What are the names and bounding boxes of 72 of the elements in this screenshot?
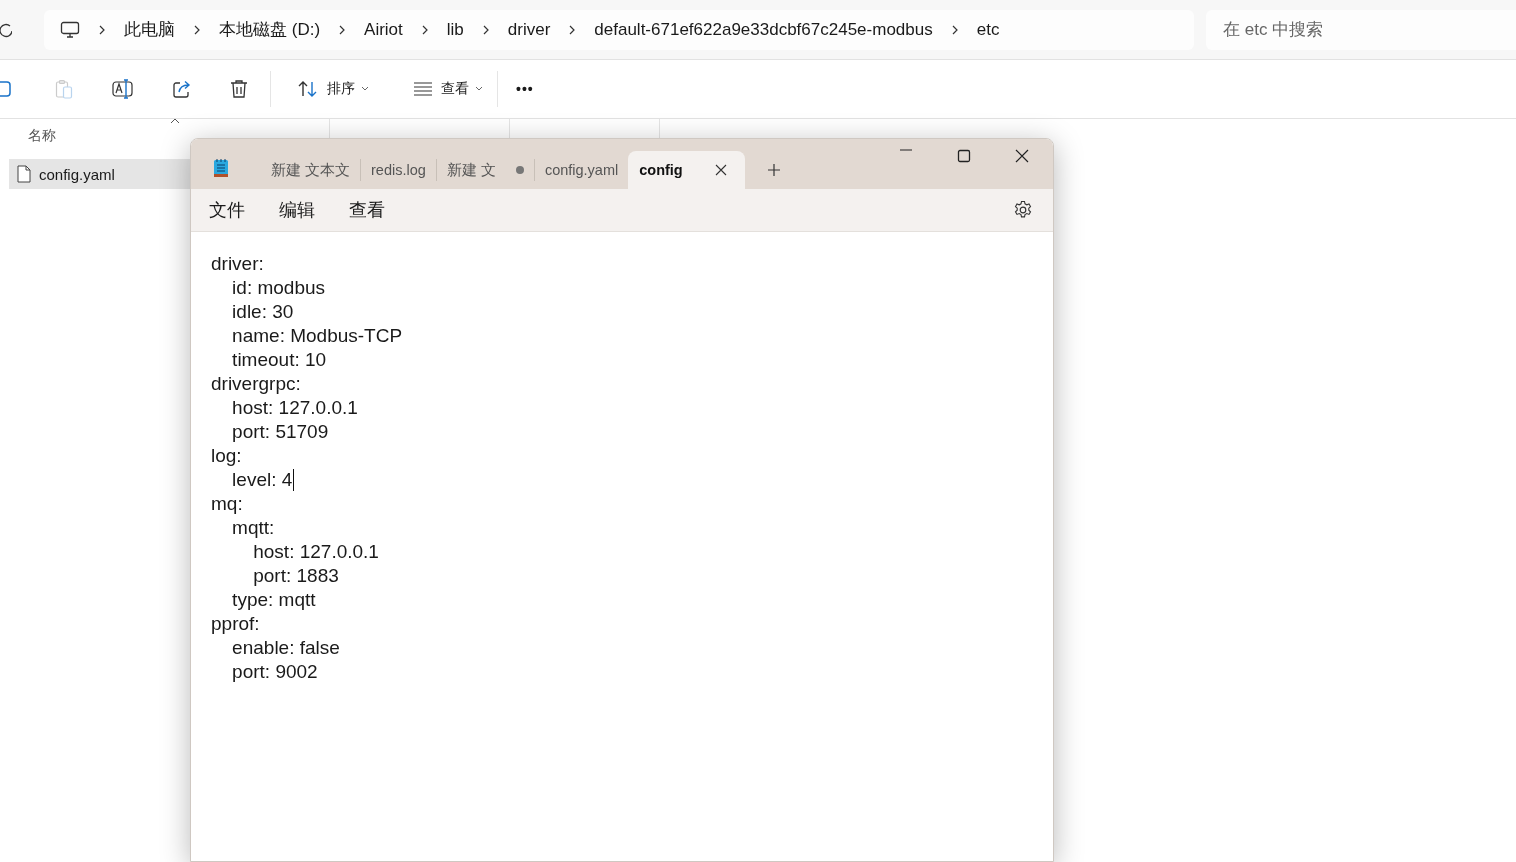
notepad-icon: [213, 158, 229, 178]
address-bar[interactable]: 此电脑 本地磁盘 (D:) Airiot lib driver default-671ef622a9e33dcbf67c245e-modbus etc: [44, 9, 1194, 50]
code-line: id: modbus: [231, 276, 326, 300]
computer-icon[interactable]: [60, 20, 80, 39]
code-line: port: 51709: [231, 420, 329, 444]
tab[interactable]: redis.log: [361, 151, 436, 189]
breadcrumb-item[interactable]: 此电脑: [124, 18, 175, 41]
toolbar-menu-button[interactable]: 查看: [407, 80, 489, 98]
toolbar-menu-button[interactable]: 排序: [291, 80, 375, 98]
code-line: port: 1883: [252, 564, 339, 588]
breadcrumb-item[interactable]: driver: [507, 19, 551, 40]
code-line: log:: [211, 444, 242, 468]
code-line: drivergrpc:: [211, 372, 301, 396]
menu-item[interactable]: 文件: [209, 198, 245, 222]
copy-icon[interactable]: [0, 80, 14, 98]
menu-item[interactable]: 编辑: [279, 198, 315, 222]
code-line: level: 4: [231, 468, 293, 492]
code-line: pprof:: [211, 612, 260, 636]
text-editor[interactable]: driver: id: modbus idle: 30 name: Modbus-TCP timeout: 10 drivergrpc: host: 127.0.0.1 port: 51709 log: level: 4 mq: mqtt: host: 127.0.0.1 port: 1883 type: mqtt pprof: enable: false port: 9002: [191, 232, 1053, 861]
tab-label: config.yaml: [544, 162, 619, 178]
code-line: host: 127.0.0.1: [252, 540, 379, 564]
code-line: mq:: [211, 492, 243, 516]
delete-icon[interactable]: [230, 79, 248, 99]
code-line: host: 127.0.0.1: [231, 396, 358, 420]
breadcrumb-item[interactable]: Airiot: [364, 19, 403, 40]
new-tab-button[interactable]: [766, 163, 781, 177]
chevron-icon[interactable]: [950, 23, 959, 36]
refresh-icon[interactable]: [0, 21, 12, 38]
tab-label: 新建 文本文: [271, 160, 351, 180]
chevron-icon[interactable]: [568, 23, 577, 36]
tab[interactable]: 新建 文: [436, 151, 534, 189]
code-line: idle: 30: [231, 300, 294, 324]
share-icon[interactable]: [172, 79, 192, 99]
settings-icon[interactable]: [1013, 200, 1033, 220]
file-icon: [17, 165, 31, 183]
tab[interactable]: 新建 文本文: [261, 151, 361, 189]
more-button[interactable]: •••: [516, 81, 534, 97]
code-line: port: 9002: [231, 660, 318, 684]
chevron-down-icon: [475, 86, 483, 92]
chevron-icon[interactable]: [338, 23, 347, 36]
close-tab-icon[interactable]: [714, 164, 727, 176]
sort-up-icon: [170, 118, 180, 124]
file-row[interactable]: config.yaml: [9, 159, 190, 189]
code-line: enable: false: [231, 636, 340, 660]
minimize-icon[interactable]: [899, 149, 913, 151]
tab-label: config: [639, 162, 683, 178]
breadcrumb-item[interactable]: default-671ef622a9e33dcbf67c245e-modbus: [594, 19, 933, 40]
breadcrumb-item[interactable]: 本地磁盘 (D:): [219, 18, 321, 41]
file-name: config.yaml: [39, 165, 115, 183]
tab-label: 新建 文: [446, 160, 496, 180]
chevron-icon[interactable]: [481, 23, 490, 36]
menu-item[interactable]: 查看: [349, 198, 385, 222]
close-icon[interactable]: [1015, 149, 1029, 163]
breadcrumb-item[interactable]: etc: [976, 19, 1000, 40]
rename-icon[interactable]: [112, 79, 134, 99]
maximize-icon[interactable]: [957, 149, 971, 163]
code-line: mqtt:: [231, 516, 275, 540]
code-line: timeout: 10: [231, 348, 327, 372]
chevron-icon[interactable]: [98, 23, 106, 36]
tab[interactable]: config.yaml: [534, 151, 629, 189]
sort-icon: [297, 80, 319, 98]
chevron-down-icon: [361, 86, 369, 92]
tab[interactable]: config: [628, 151, 745, 189]
tab-label: redis.log: [371, 162, 426, 178]
chevron-icon[interactable]: [420, 23, 429, 36]
chevron-icon[interactable]: [193, 23, 201, 36]
code-line: name: Modbus-TCP: [231, 324, 403, 348]
search-field[interactable]: 在 etc 中搜索: [1206, 9, 1516, 50]
code-line: driver:: [211, 252, 264, 276]
code-line: type: mqtt: [231, 588, 316, 612]
breadcrumb-item[interactable]: lib: [446, 19, 464, 40]
list-icon: [413, 82, 433, 96]
